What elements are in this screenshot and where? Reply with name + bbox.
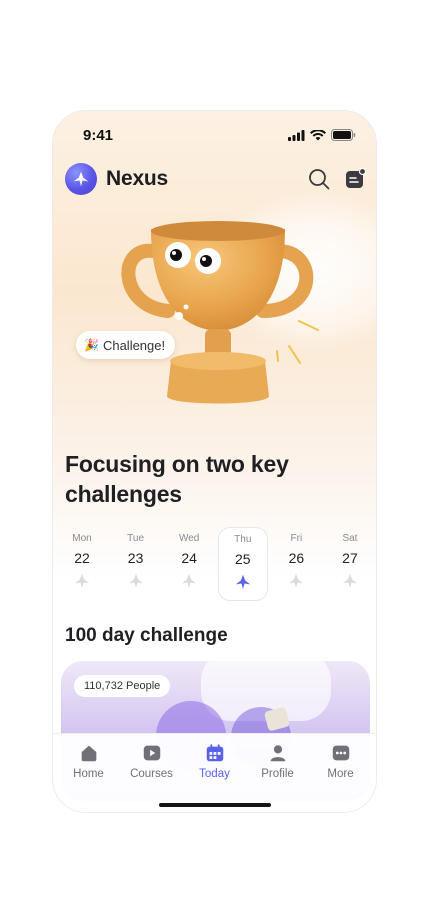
week-strip: Mon 22 Tue 23 Wed 24 Thu 25 Fri 26 Sat 27 — [57, 527, 375, 601]
day-number: 22 — [74, 550, 90, 566]
wifi-icon — [310, 129, 326, 140]
day-fri[interactable]: Fri 26 — [271, 527, 321, 601]
challenge-pill-label: Challenge! — [102, 337, 166, 353]
day-name: Mon — [72, 533, 92, 544]
day-sat[interactable]: Sat 27 — [325, 527, 375, 601]
more-icon — [332, 745, 349, 761]
tab-home[interactable]: Home — [59, 742, 119, 780]
nexus-day-icon — [128, 573, 143, 589]
nexus-day-icon — [342, 573, 358, 589]
day-thu[interactable]: Thu 25 — [217, 527, 268, 601]
party-popper-icon: 🎉 — [84, 338, 99, 352]
status-time: 9:41 — [83, 127, 114, 144]
tab-courses[interactable]: Courses — [122, 742, 182, 780]
day-name: Fri — [290, 533, 303, 544]
signal-icon — [288, 129, 305, 141]
day-name: Tue — [127, 533, 145, 544]
section-title: 100 day challenge — [65, 625, 228, 646]
nexus-logo-icon[interactable] — [65, 163, 97, 195]
day-number: 24 — [181, 550, 197, 566]
profile-icon — [270, 745, 285, 762]
day-tue[interactable]: Tue 23 — [111, 527, 161, 601]
nexus-day-icon — [74, 573, 90, 589]
play-icon — [143, 745, 160, 761]
home-icon — [81, 745, 96, 762]
tab-bar: Home Courses Today Profile More — [53, 733, 376, 812]
trophy-mascot — [121, 221, 319, 404]
nexus-day-icon — [289, 573, 304, 589]
search-icon[interactable] — [307, 167, 331, 191]
home-indicator — [159, 803, 271, 807]
day-mon[interactable]: Mon 22 — [57, 527, 107, 601]
day-number: 25 — [234, 551, 251, 567]
day-name: Thu — [234, 534, 252, 545]
brand-name: Nexus — [106, 167, 169, 190]
tab-label: Courses — [130, 768, 173, 780]
day-name: Sat — [342, 533, 358, 544]
day-wed[interactable]: Wed 24 — [164, 527, 214, 601]
calendar-icon — [206, 744, 223, 762]
status-icons — [288, 129, 356, 141]
nexus-day-icon — [181, 573, 197, 589]
phone-screen: 9:41 Nexus 🎉 Challenge! Focusing on two … — [52, 110, 377, 813]
app-header: Nexus — [65, 163, 367, 199]
tab-label: Today — [199, 768, 230, 780]
day-name: Wed — [178, 533, 200, 544]
battery-icon — [331, 129, 356, 141]
nexus-day-icon — [235, 574, 250, 590]
status-bar: 9:41 — [53, 111, 376, 161]
tab-more[interactable]: More — [311, 742, 371, 780]
day-number: 23 — [127, 550, 144, 566]
challenge-pill[interactable]: 🎉 Challenge! — [76, 331, 176, 359]
day-number: 27 — [342, 550, 358, 566]
tab-label: More — [327, 768, 354, 780]
page-title: Focusing on two key challenges — [65, 451, 289, 507]
day-number: 26 — [288, 550, 305, 566]
tab-profile[interactable]: Profile — [248, 742, 308, 780]
people-count-badge: 110,732 People — [74, 675, 171, 697]
tab-label: Home — [73, 768, 104, 780]
tab-today[interactable]: Today — [185, 742, 245, 780]
tab-label: Profile — [261, 768, 294, 780]
notes-icon[interactable] — [343, 167, 367, 191]
